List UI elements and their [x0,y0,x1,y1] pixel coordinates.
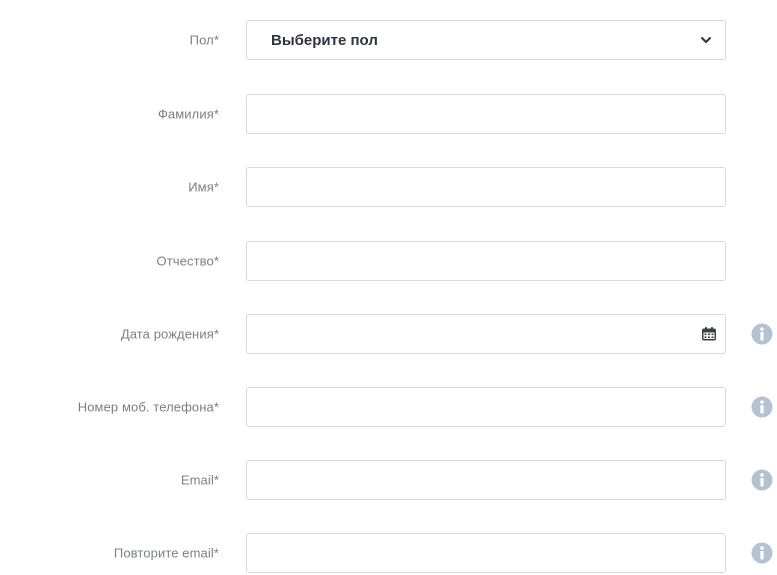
phone-label: Номер моб. телефона* [77,399,219,415]
email-input[interactable] [246,460,726,500]
gender-row: Пол* Выберите пол [0,20,777,60]
patronymic-label: Отчество* [156,253,219,269]
email-repeat-label: Повторите email* [113,545,219,561]
info-icon[interactable] [751,396,773,418]
gender-selected-value: Выберите пол [271,31,378,49]
info-icon[interactable] [751,469,773,491]
last-name-label: Фамилия* [157,106,219,122]
phone-row: Номер моб. телефона* [0,387,777,427]
email-repeat-input[interactable] [246,533,726,573]
first-name-label: Имя* [188,179,219,195]
email-row: Email* [0,460,777,500]
first-name-row: Имя* [0,167,777,207]
gender-select[interactable]: Выберите пол [246,20,726,60]
phone-input[interactable] [246,387,726,427]
birth-date-row: Дата рождения* [0,314,777,354]
info-icon[interactable] [751,323,773,345]
patronymic-input[interactable] [246,241,726,281]
email-repeat-row: Повторите email* [0,533,777,573]
last-name-row: Фамилия* [0,94,777,134]
birth-date-field [246,314,726,354]
last-name-input[interactable] [246,94,726,134]
gender-label: Пол* [189,32,219,48]
patronymic-row: Отчество* [0,241,777,281]
email-label: Email* [180,472,219,488]
first-name-input[interactable] [246,167,726,207]
calendar-icon[interactable] [701,327,717,342]
birth-date-label: Дата рождения* [120,326,219,342]
chevron-down-icon [701,37,711,43]
birth-date-input[interactable] [247,315,687,353]
info-icon[interactable] [751,542,773,564]
registration-form: Пол* Выберите пол Фамилия* Имя* Отчество… [0,0,777,575]
